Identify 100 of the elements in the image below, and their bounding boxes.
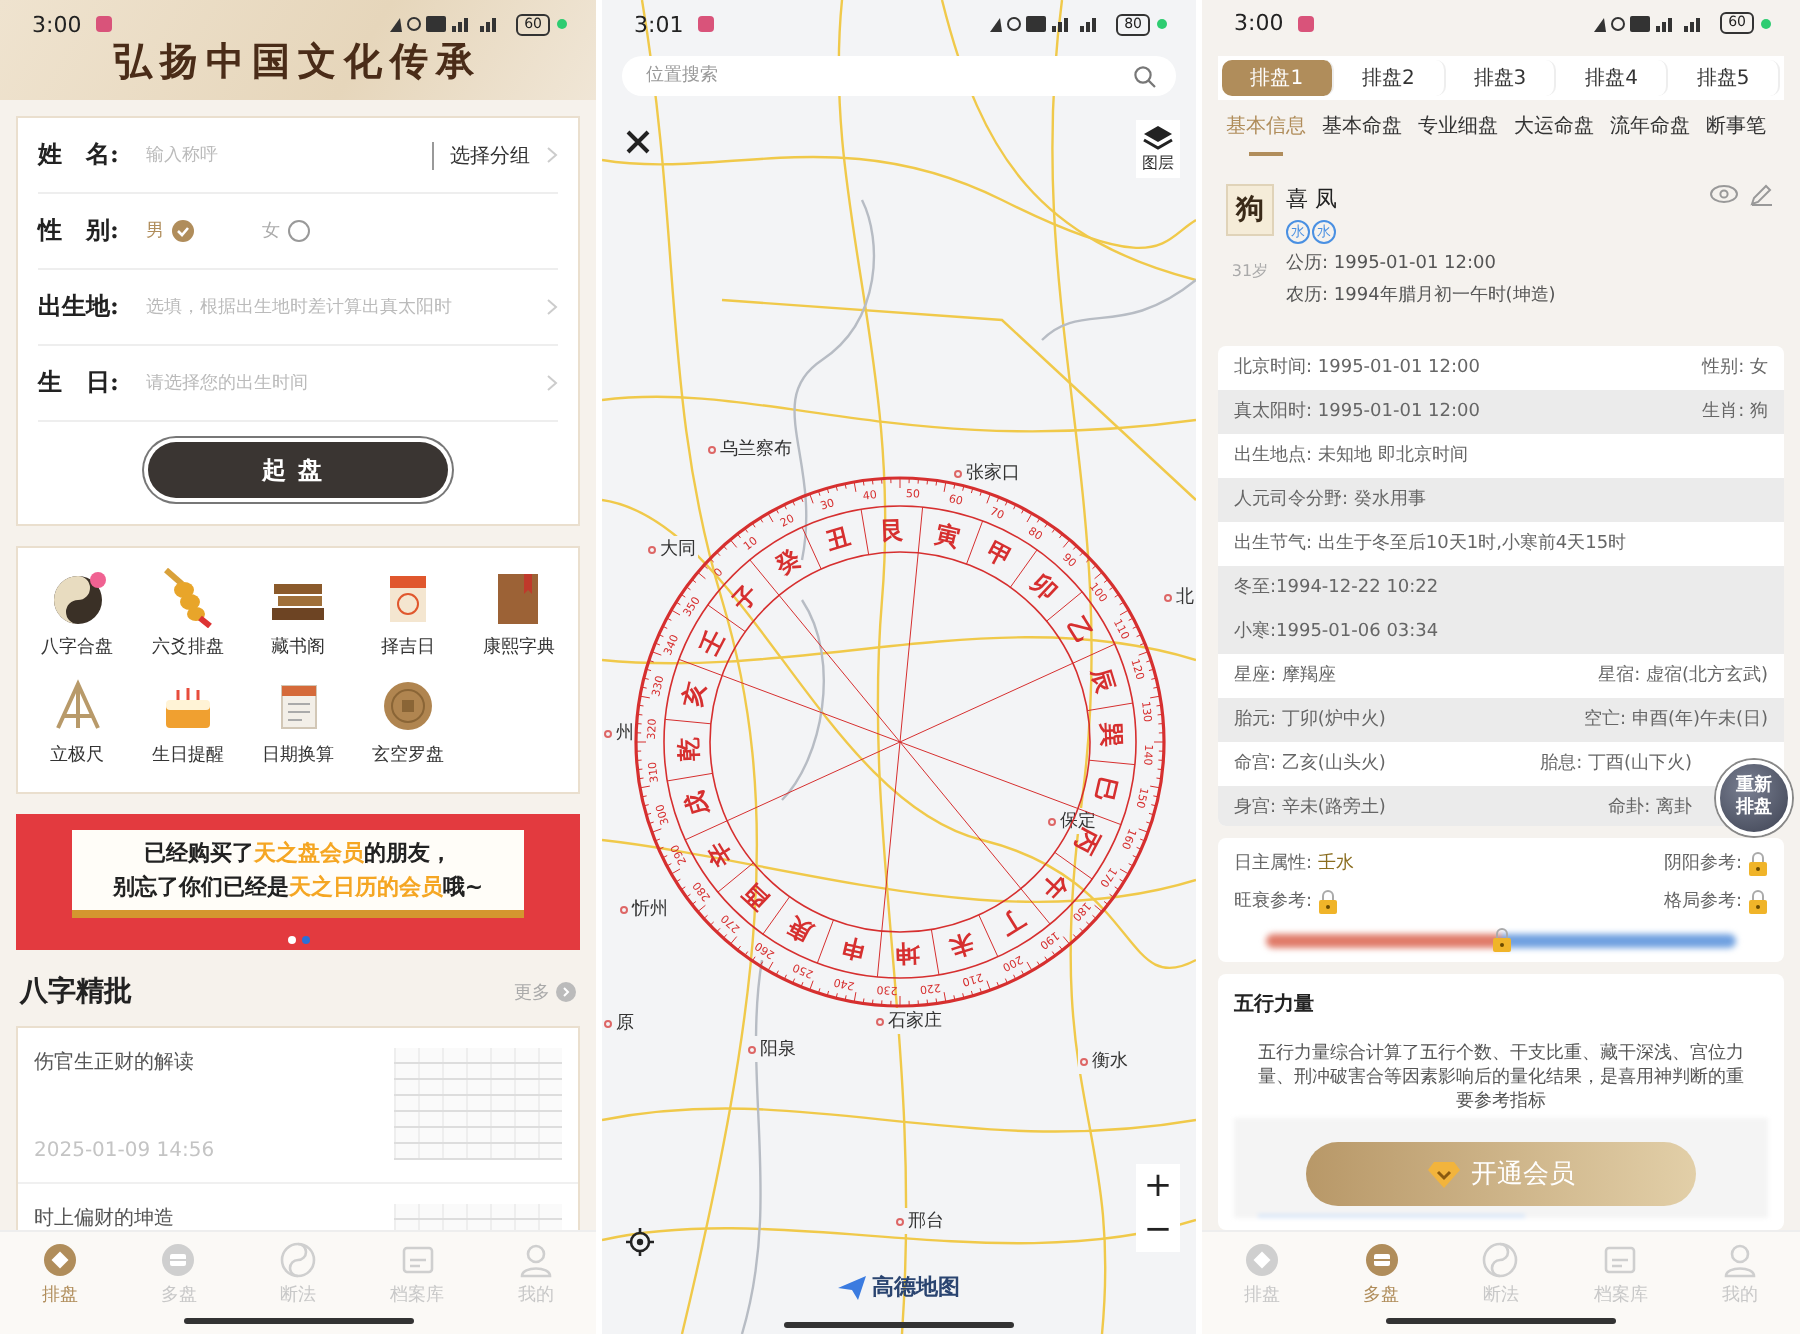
chevron-icon bbox=[546, 146, 558, 164]
banner-text: 已经购买了天之盘会员的朋友， bbox=[144, 838, 452, 868]
status-time: 3:00 bbox=[32, 11, 82, 37]
card-icon bbox=[160, 1242, 197, 1278]
search-field[interactable]: 位置搜索 bbox=[622, 56, 1176, 96]
mountain-label: 午 bbox=[1036, 868, 1074, 905]
chart-tab[interactable]: 排盘3 bbox=[1445, 59, 1557, 96]
mountain-label: 辰 bbox=[1085, 664, 1120, 696]
place-label: 石家庄 bbox=[874, 1008, 944, 1034]
info-text: 出生地点: 未知地 即北京时间 bbox=[1234, 443, 1468, 469]
solar-date: 公历: 1995-01-01 12:00 bbox=[1286, 251, 1498, 276]
info-text: 冬至:1994-12-22 10:22 bbox=[1234, 575, 1439, 601]
mountain-label: 丑 bbox=[822, 522, 854, 557]
field-label: 生 日: bbox=[38, 366, 121, 400]
card-title: 五行力量 bbox=[1234, 991, 1316, 1019]
place-label: 州 bbox=[602, 720, 636, 746]
zoom-button[interactable]: + bbox=[1136, 1164, 1180, 1208]
article-title[interactable]: 伤官生正财的解读 bbox=[34, 1048, 382, 1076]
mountain-label: 酉 bbox=[737, 878, 774, 916]
info-text: 小寒:1995-01-06 03:34 bbox=[1234, 619, 1439, 645]
app-notification-icon bbox=[93, 14, 114, 34]
card-icon bbox=[1363, 1242, 1400, 1279]
info-text: 出生节气: 出生于冬至后10天1时,小寒前4天15时 bbox=[1234, 531, 1627, 557]
place-label: 张家口 bbox=[952, 460, 1022, 486]
info-text: 人元司令分野: 癸水用事 bbox=[1234, 487, 1426, 513]
info-text: 星座: 摩羯座 bbox=[1234, 663, 1336, 689]
tool-item[interactable]: 六爻排盘 bbox=[132, 568, 243, 660]
redo-chart-button[interactable]: 重新排盘 bbox=[1716, 760, 1792, 836]
eye-icon bbox=[1710, 183, 1738, 204]
user-icon bbox=[1722, 1242, 1759, 1279]
mountain-label: 辛 bbox=[702, 836, 739, 872]
lunar-date: 农历: 1994年腊月初一午时(坤造) bbox=[1286, 283, 1556, 308]
place-label: 原 bbox=[602, 1010, 636, 1036]
field-label: 出生地: bbox=[38, 290, 121, 324]
place-label: 邢台 bbox=[894, 1208, 946, 1234]
field-label: 性 别: bbox=[38, 214, 121, 248]
chevron-icon bbox=[546, 298, 558, 316]
charging-dot-icon bbox=[556, 18, 568, 30]
info-text: 胎息: 丁酉(山下火) bbox=[1540, 751, 1692, 777]
banner-text: 别忘了你们已经是天之日历的会员哦~ bbox=[112, 872, 484, 902]
app-notification-icon bbox=[1295, 13, 1316, 34]
age-label: 31岁 bbox=[1231, 259, 1269, 282]
section-tab[interactable]: 流年命盘 bbox=[1610, 111, 1690, 156]
mountain-label: 癸 bbox=[770, 544, 806, 581]
tool-item[interactable]: 生日提醒 bbox=[132, 676, 243, 768]
group-select[interactable]: 选择分组 bbox=[432, 141, 530, 169]
info-text: 空亡: 申酉(年)午未(日) bbox=[1584, 707, 1768, 733]
charging-dot-icon bbox=[1760, 17, 1772, 30]
section-tab[interactable]: 基本命盘 bbox=[1322, 111, 1402, 156]
mountain-label: 亥 bbox=[677, 679, 710, 710]
submit-button[interactable]: 起盘 bbox=[148, 442, 448, 498]
mountain-label: 乙 bbox=[1061, 612, 1098, 648]
info-text: 真太阳时: 1995-01-01 12:00 bbox=[1234, 399, 1480, 425]
tool-item[interactable]: 玄空罗盘 bbox=[353, 676, 464, 768]
info-text: 北京时间: 1995-01-01 12:00 bbox=[1234, 355, 1480, 381]
tool-item[interactable]: 立极尺 bbox=[22, 676, 133, 768]
person-name: 喜 凤 bbox=[1286, 183, 1339, 214]
lock-icon bbox=[1491, 926, 1511, 953]
mountain-label: 未 bbox=[946, 927, 978, 962]
info-text: 胎元: 丁卯(炉中火) bbox=[1234, 707, 1386, 733]
promo-banner[interactable]: 已经购买了天之盘会员的朋友， 别忘了你们已经是天之日历的会员哦~ bbox=[16, 814, 580, 950]
layers-button[interactable]: 图层 bbox=[1136, 120, 1180, 178]
section-tab[interactable]: 大运命盘 bbox=[1514, 111, 1594, 156]
search-input[interactable]: 位置搜索 bbox=[642, 64, 1134, 88]
mountain-label: 卯 bbox=[1026, 568, 1063, 606]
tool-item[interactable]: 康熙字典 bbox=[463, 568, 574, 660]
tool-item[interactable]: 八字合盘 bbox=[22, 568, 133, 660]
check-circle-icon bbox=[172, 220, 194, 242]
info-text: 命宫: 乙亥(山头火) bbox=[1234, 751, 1386, 777]
article-date: 2025-01-09 14:56 bbox=[34, 1140, 217, 1162]
description-text: 五行力量综合计算了五行个数、干支比重、藏干深浅、宫位力量、刑冲破害合等因素影响后的量化结果，是喜用神判断的重要参考指标 bbox=[1256, 1041, 1746, 1115]
mountain-label: 丁 bbox=[994, 903, 1030, 940]
paper-plane-icon bbox=[838, 1275, 866, 1299]
user-icon bbox=[518, 1242, 555, 1278]
article-title[interactable]: 时上偏财的坤造 bbox=[34, 1204, 382, 1230]
chart-tab[interactable]: 排盘5 bbox=[1668, 59, 1780, 96]
section-tab[interactable]: 断事笔 bbox=[1706, 111, 1766, 156]
attribute-value: 壬水 bbox=[1318, 851, 1355, 877]
layers-icon bbox=[1142, 124, 1174, 152]
radio-circle-icon bbox=[288, 220, 310, 242]
tool-item[interactable]: 藏书阁 bbox=[242, 568, 354, 660]
section-tab[interactable]: 专业细盘 bbox=[1418, 111, 1498, 156]
zoom-button[interactable]: − bbox=[1136, 1208, 1180, 1252]
locate-icon bbox=[626, 1228, 654, 1256]
attribute-label: 格局参考: bbox=[1663, 889, 1742, 915]
mountain-label: 巳 bbox=[1090, 774, 1123, 805]
tool-item[interactable]: 日期换算 bbox=[242, 676, 354, 768]
pencil-icon bbox=[1750, 183, 1772, 206]
chart-tab[interactable]: 排盘2 bbox=[1333, 59, 1446, 96]
place-label: 北 bbox=[1162, 584, 1196, 610]
attribute-label: 日主属性: bbox=[1234, 851, 1313, 877]
chart-tab[interactable]: 排盘4 bbox=[1556, 59, 1669, 96]
close-icon bbox=[626, 130, 650, 154]
app-notification-icon bbox=[695, 14, 716, 34]
mountain-label: 巽 bbox=[1097, 722, 1127, 748]
info-text: 性别: 女 bbox=[1702, 355, 1768, 381]
tool-item[interactable]: 择吉日 bbox=[353, 568, 464, 660]
status-time: 3:00 bbox=[1234, 10, 1284, 37]
mountain-label: 庚 bbox=[783, 911, 818, 948]
chevron-circle-icon bbox=[556, 982, 576, 1002]
